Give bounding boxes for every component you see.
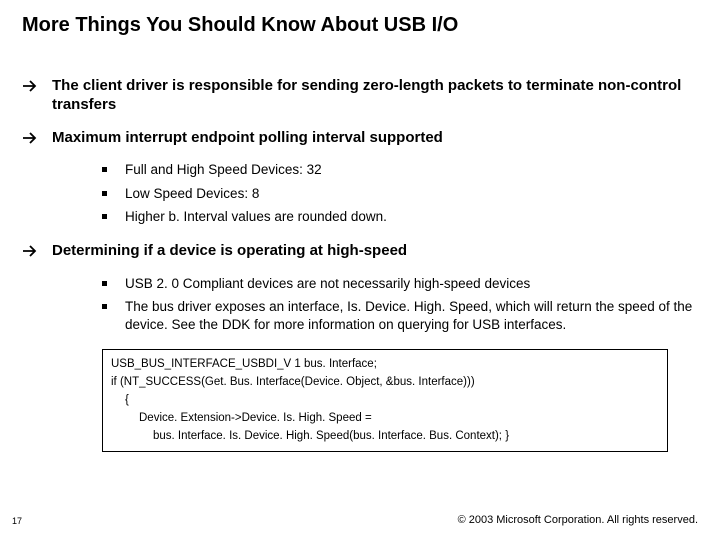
sub-bullet-text: Full and High Speed Devices: 32 <box>125 161 322 179</box>
bullet-text: Determining if a device is operating at … <box>52 242 407 261</box>
sub-bullet-text: Higher b. Interval values are rounded do… <box>125 208 387 226</box>
copyright-text: © 2003 Microsoft Corporation. All rights… <box>458 514 698 526</box>
arrow-right-icon <box>22 131 38 145</box>
code-line: Device. Extension->Device. Is. High. Spe… <box>111 410 659 428</box>
sub-list: USB 2. 0 Compliant devices are not neces… <box>102 275 698 334</box>
sub-bullet-item: Full and High Speed Devices: 32 <box>102 161 698 179</box>
sub-bullet-item: The bus driver exposes an interface, Is.… <box>102 298 698 333</box>
sub-bullet-item: USB 2. 0 Compliant devices are not neces… <box>102 275 698 293</box>
bullet-item: Determining if a device is operating at … <box>22 242 698 261</box>
square-bullet-icon <box>102 167 107 172</box>
arrow-right-icon <box>22 79 38 93</box>
bullet-item: The client driver is responsible for sen… <box>22 77 698 115</box>
sub-bullet-item: Higher b. Interval values are rounded do… <box>102 208 698 226</box>
arrow-right-icon <box>22 244 38 258</box>
sub-bullet-text: USB 2. 0 Compliant devices are not neces… <box>125 275 530 293</box>
sub-bullet-item: Low Speed Devices: 8 <box>102 185 698 203</box>
code-line: if (NT_SUCCESS(Get. Bus. Interface(Devic… <box>111 374 659 392</box>
page-number: 17 <box>12 516 22 526</box>
sub-list: Full and High Speed Devices: 32 Low Spee… <box>102 161 698 226</box>
bullet-item: Maximum interrupt endpoint polling inter… <box>22 129 698 148</box>
bullet-text: The client driver is responsible for sen… <box>52 77 698 115</box>
code-line: USB_BUS_INTERFACE_USBDI_V 1 bus. Interfa… <box>111 356 659 374</box>
square-bullet-icon <box>102 214 107 219</box>
square-bullet-icon <box>102 281 107 286</box>
sub-bullet-text: The bus driver exposes an interface, Is.… <box>125 298 698 333</box>
square-bullet-icon <box>102 304 107 309</box>
slide: More Things You Should Know About USB I/… <box>0 0 720 540</box>
code-box: USB_BUS_INTERFACE_USBDI_V 1 bus. Interfa… <box>102 349 668 452</box>
sub-bullet-text: Low Speed Devices: 8 <box>125 185 259 203</box>
slide-title: More Things You Should Know About USB I/… <box>22 14 698 37</box>
bullet-text: Maximum interrupt endpoint polling inter… <box>52 129 443 148</box>
code-line: { <box>111 392 659 410</box>
square-bullet-icon <box>102 191 107 196</box>
code-line: bus. Interface. Is. Device. High. Speed(… <box>111 428 659 446</box>
